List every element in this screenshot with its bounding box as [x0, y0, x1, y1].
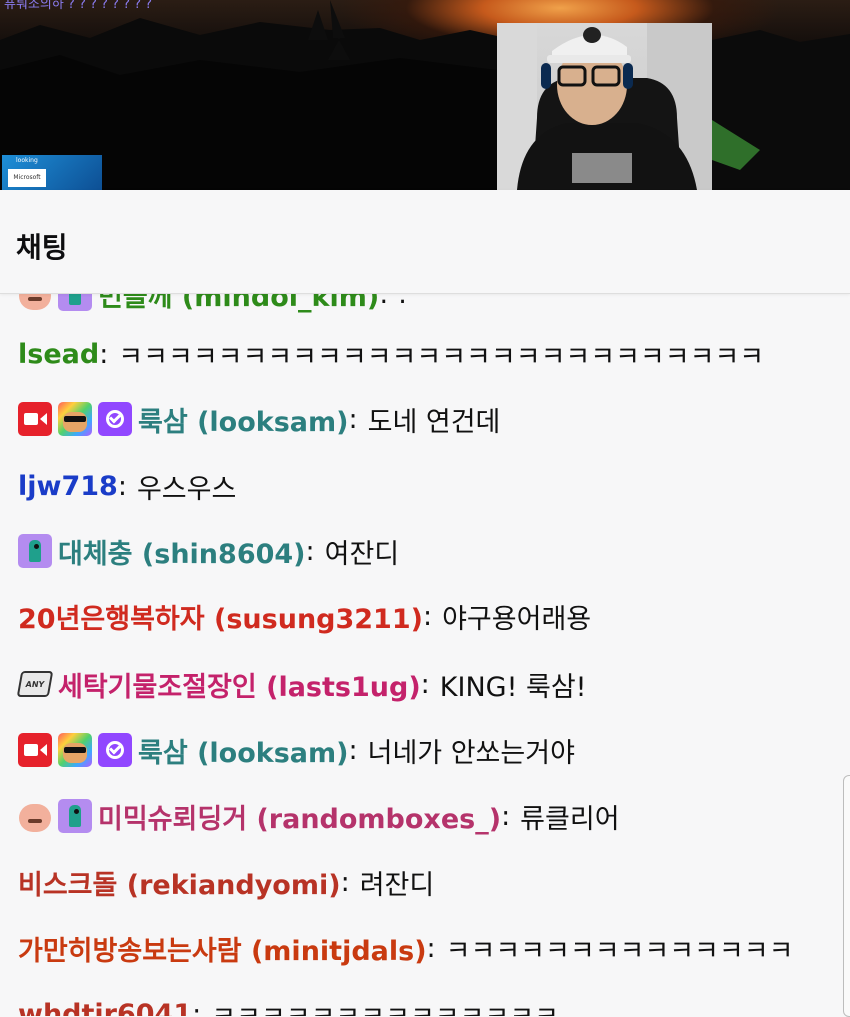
chat-username[interactable]: 미믹슈뢰딩거 (randomboxes_) — [98, 797, 501, 836]
chat-username[interactable]: 룩삼 (looksam) — [138, 400, 349, 439]
chat-message-text: 여잔디 — [324, 538, 400, 570]
cool-badge-icon[interactable] — [58, 733, 92, 767]
chat-message-text: ㅋㅋㅋㅋㅋㅋㅋㅋㅋㅋㅋㅋㅋㅋㅋㅋㅋㅋㅋㅋㅋㅋㅋㅋㅋㅋ — [118, 341, 765, 373]
chat-username[interactable]: 20년은행복하자 (susung3211) — [18, 597, 423, 636]
chat-username[interactable]: 비스크돌 (rekiandyomi) — [18, 863, 341, 902]
anykey-badge-icon[interactable] — [18, 667, 52, 701]
chat-username[interactable]: ljw718 — [18, 471, 118, 502]
chat-message: 비스크돌 (rekiandyomi): 려잔디 — [18, 862, 434, 902]
chat-message-text: 야구용어래용 — [442, 603, 592, 635]
chat-title: 채팅 — [16, 231, 68, 264]
stream-overlay-text: 퓨뤄조의하 ? ? ? ? ? ? ? ? — [4, 0, 153, 12]
broadcaster-badge-icon[interactable] — [18, 402, 52, 436]
chat-separator: : — [117, 470, 127, 502]
chat-message: 대체충 (shin8604): 여잔디 — [18, 531, 399, 571]
chat-message-text: . — [398, 294, 407, 310]
chat-message-text: 도네 연건데 — [367, 406, 501, 438]
chat-message: whdtjr6041: ㅋㅋㅋㅋㅋㅋㅋㅋㅋㅋㅋㅋㅋㅋ — [18, 994, 559, 1017]
chat-message-text: 류클리어 — [520, 803, 620, 835]
sponsor-banner: looking Microsoft — [2, 155, 102, 190]
chat-username[interactable]: 세탁기물조절장인 (lasts1ug) — [58, 665, 421, 704]
chat-separator: : — [426, 932, 436, 964]
chat-separator: : — [340, 866, 350, 898]
landscape-background — [0, 0, 850, 190]
chat-message: 미믹슈뢰딩거 (randomboxes_): 류클리어 — [18, 796, 620, 836]
dino-badge-icon[interactable] — [18, 534, 52, 568]
chat-separator: : — [420, 668, 430, 700]
chat-message-text: 려잔디 — [359, 869, 435, 901]
microsoft-logo: Microsoft — [8, 169, 46, 187]
partner-badge-icon[interactable] — [98, 733, 132, 767]
webcam-feed — [497, 23, 712, 190]
streamer-portrait — [497, 23, 712, 190]
chat-message-text: ㅋㅋㅋㅋㅋㅋㅋㅋㅋㅋㅋㅋㅋㅋ — [445, 935, 794, 967]
scroll-indicator[interactable] — [843, 775, 850, 1017]
chat-separator: : — [305, 535, 315, 567]
chat-username[interactable]: whdtjr6041 — [18, 999, 192, 1017]
chat-username[interactable]: 가만히방송보는사람 (minitjdals) — [18, 929, 427, 968]
chat-message-text: KING! 룩삼! — [439, 671, 587, 703]
chat-username[interactable]: 대체충 (shin8604) — [58, 532, 306, 571]
chat-separator: : — [501, 800, 511, 832]
broadcaster-badge-icon[interactable] — [18, 733, 52, 767]
chat-message: 세탁기물조절장인 (lasts1ug): KING! 룩삼! — [18, 664, 586, 704]
chat-separator: : — [192, 998, 202, 1017]
chat-message: ljw718: 우스우스 — [18, 466, 236, 506]
chat-separator: : — [422, 600, 433, 632]
chat-username[interactable]: 룩삼 (looksam) — [138, 731, 349, 770]
chat-separator: : — [99, 338, 109, 370]
chat-separator: : — [348, 403, 358, 435]
chat-separator: : — [379, 294, 389, 310]
chat-username[interactable]: 민들께 (mindol_kim) — [98, 294, 379, 314]
dino-badge-icon[interactable] — [58, 799, 92, 833]
chat-message: 룩삼 (looksam): 너네가 안쏘는거야 — [18, 730, 575, 770]
cool-badge-icon[interactable] — [58, 402, 92, 436]
dino-badge-icon[interactable] — [58, 294, 92, 311]
chat-separator: : — [348, 734, 358, 766]
chat-message-text: 우스우스 — [136, 473, 237, 505]
chat-message: 20년은행복하자 (susung3211): 야구용어래용 — [18, 596, 591, 636]
chat-message: 룩삼 (looksam): 도네 연건데 — [18, 399, 500, 439]
sponsor-top-label: looking — [16, 157, 38, 164]
partner-badge-icon[interactable] — [98, 402, 132, 436]
chat-username[interactable]: lsead — [18, 339, 99, 370]
stream-video[interactable]: 퓨뤄조의하 ? ? ? ? ? ? ? ? looking Microsoft — [0, 0, 850, 190]
bear-badge-icon[interactable] — [18, 294, 52, 311]
bear-badge-icon[interactable] — [18, 799, 52, 833]
chat-header: 채팅 — [0, 190, 850, 294]
chat-message-list[interactable]: 민들께 (mindol_kim):. lsead: ㅋㅋㅋㅋㅋㅋㅋㅋㅋㅋㅋㅋㅋㅋㅋㅋ… — [0, 294, 850, 1016]
chat-message: 가만히방송보는사람 (minitjdals): ㅋㅋㅋㅋㅋㅋㅋㅋㅋㅋㅋㅋㅋㅋ — [18, 928, 793, 968]
chat-message-text: ㅋㅋㅋㅋㅋㅋㅋㅋㅋㅋㅋㅋㅋㅋ — [211, 995, 559, 1017]
chat-message: 민들께 (mindol_kim):. — [18, 294, 407, 314]
chat-message: lsead: ㅋㅋㅋㅋㅋㅋㅋㅋㅋㅋㅋㅋㅋㅋㅋㅋㅋㅋㅋㅋㅋㅋㅋㅋㅋㅋ — [18, 334, 764, 374]
chat-message-text: 너네가 안쏘는거야 — [367, 737, 575, 769]
